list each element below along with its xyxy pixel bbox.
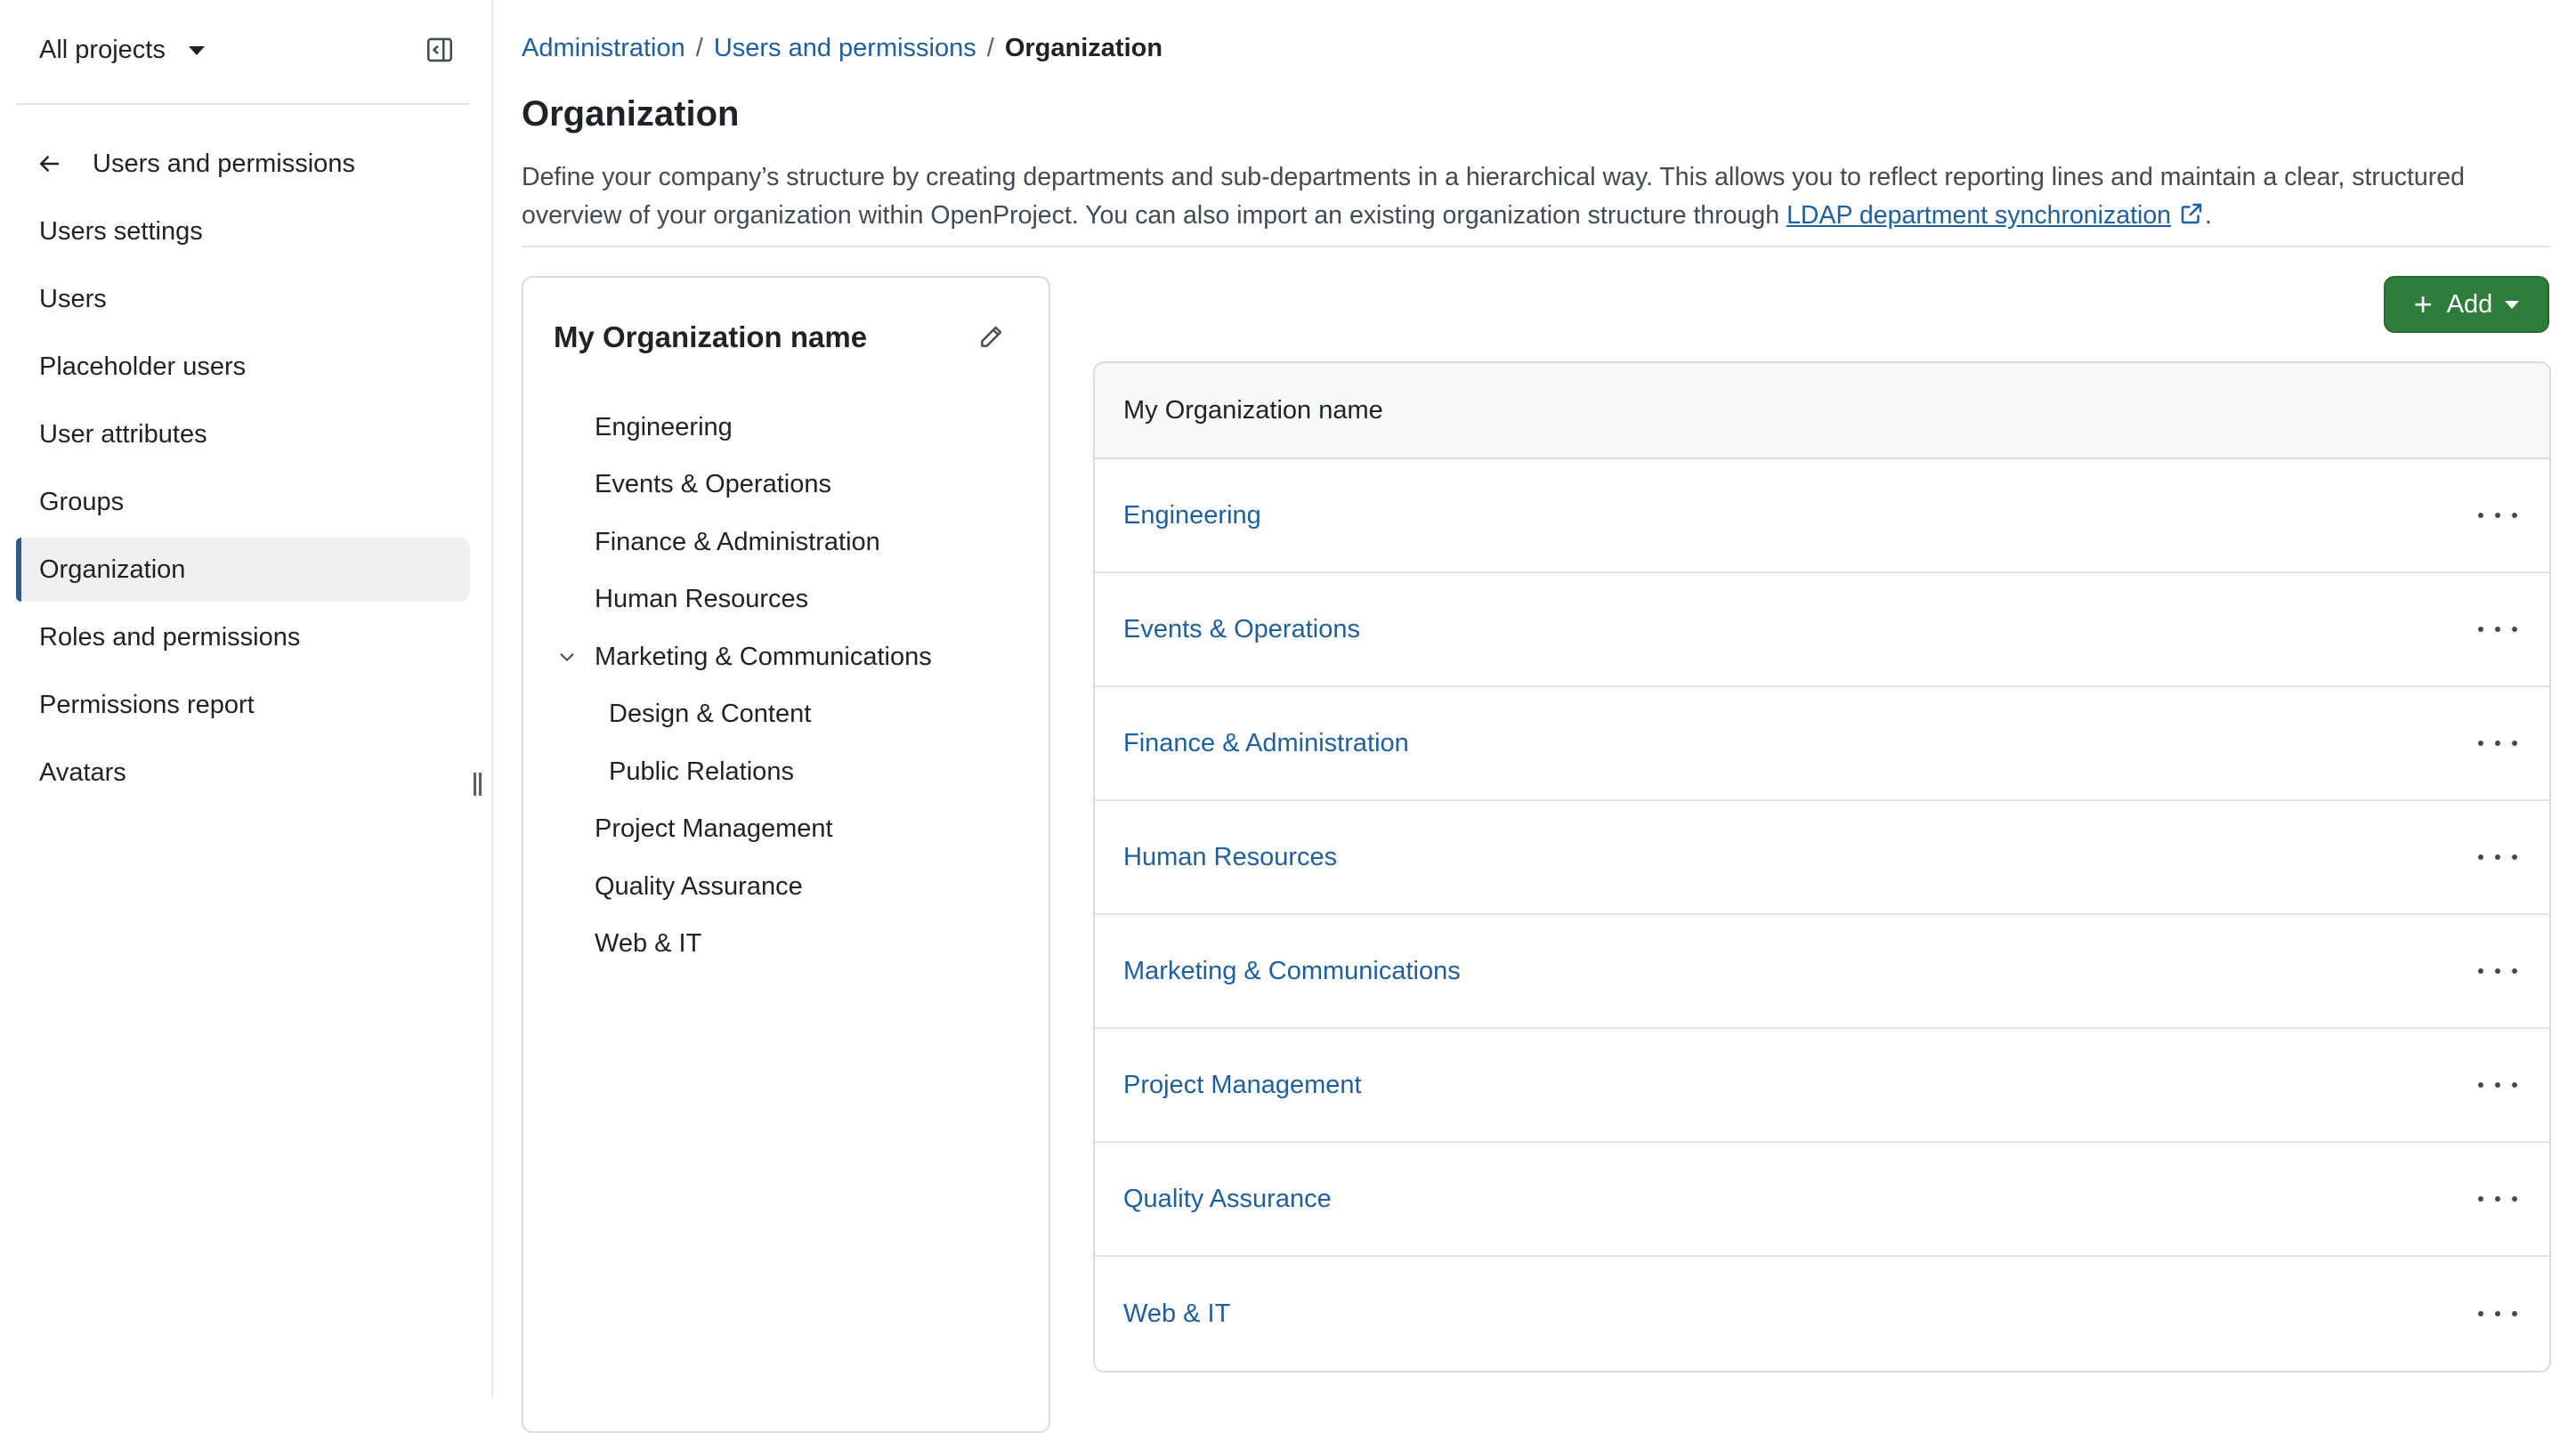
list-header: My Organization name	[1095, 363, 2549, 459]
page-description: Define your company’s structure by creat…	[522, 158, 2569, 239]
pencil-icon	[981, 326, 1002, 347]
caret-down-icon	[188, 46, 205, 55]
tree-item-finance-administration[interactable]: Finance & Administration	[523, 514, 1049, 571]
main-content: Administration / Users and permissions /…	[493, 0, 2576, 1433]
tree-item-events-operations[interactable]: Events & Operations	[523, 457, 1049, 514]
tree-item-label: Human Resources	[595, 585, 809, 614]
list-item: Project Management	[1095, 1029, 2549, 1143]
breadcrumb-users-and-permissions[interactable]: Users and permissions	[714, 34, 976, 63]
project-switcher-label: All projects	[39, 35, 166, 64]
tree-item-label: Project Management	[595, 814, 833, 844]
department-link[interactable]: Finance & Administration	[1123, 729, 1409, 758]
list-item: Finance & Administration	[1095, 687, 2549, 801]
department-link[interactable]: Engineering	[1123, 501, 1261, 530]
description-text: Define your company’s structure by creat…	[522, 163, 2465, 230]
tree-item-label: Marketing & Communications	[595, 642, 932, 671]
list-item: Web & IT	[1095, 1257, 2549, 1371]
more-actions-icon[interactable]	[2478, 958, 2517, 984]
sidebar-resize-handle[interactable]	[474, 773, 484, 799]
tree-item-label: Engineering	[595, 412, 733, 441]
sidebar-item-user-attributes[interactable]: User attributes	[16, 402, 470, 466]
tree-item-engineering[interactable]: Engineering	[523, 399, 1049, 457]
tree-item-web-it[interactable]: Web & IT	[523, 916, 1049, 974]
department-link[interactable]: Web & IT	[1123, 1299, 1230, 1329]
sidebar-item-placeholder-users[interactable]: Placeholder users	[16, 335, 470, 399]
collapse-sidebar-button[interactable]	[424, 34, 456, 66]
departments-list: My Organization name Engineering Events …	[1093, 361, 2551, 1372]
breadcrumb-current: Organization	[1004, 34, 1163, 62]
chevron-down-icon[interactable]	[555, 645, 579, 668]
ldap-sync-link[interactable]: LDAP department synchronization	[1786, 201, 2171, 230]
sidebar-collapse-icon	[426, 37, 453, 62]
plus-icon: +	[2413, 286, 2433, 322]
add-button[interactable]: + Add	[2384, 276, 2549, 333]
more-actions-icon[interactable]	[2478, 1186, 2517, 1212]
tree-item-human-resources[interactable]: Human Resources	[523, 571, 1049, 629]
sidebar-item-groups[interactable]: Groups	[16, 470, 470, 534]
more-actions-icon[interactable]	[2478, 844, 2517, 870]
more-actions-icon[interactable]	[2478, 730, 2517, 757]
tree-item-label: Finance & Administration	[595, 527, 880, 556]
sidebar-item-permissions-report[interactable]: Permissions report	[16, 673, 470, 737]
sidebar-menu: Users settings Users Placeholder users U…	[16, 199, 470, 808]
sidebar-item-roles-and-permissions[interactable]: Roles and permissions	[16, 605, 470, 669]
more-actions-icon[interactable]	[2478, 1300, 2517, 1327]
organization-tree: Engineering Events & Operations Finance …	[523, 399, 1049, 973]
organization-name: My Organization name	[554, 320, 868, 353]
back-to-users-and-permissions[interactable]: Users and permissions	[36, 146, 355, 182]
department-link[interactable]: Project Management	[1123, 1071, 1362, 1100]
add-button-label: Add	[2446, 289, 2493, 319]
department-link[interactable]: Quality Assurance	[1123, 1185, 1332, 1214]
breadcrumb-separator: /	[695, 34, 703, 62]
more-actions-icon[interactable]	[2478, 616, 2517, 643]
header-divider	[522, 246, 2551, 247]
breadcrumb: Administration / Users and permissions /…	[522, 34, 1162, 63]
sidebar-item-organization[interactable]: Organization	[16, 538, 470, 602]
back-label: Users and permissions	[93, 149, 355, 178]
edit-organization-name-button[interactable]	[974, 319, 1009, 354]
list-item: Engineering	[1095, 459, 2549, 573]
list-item: Quality Assurance	[1095, 1143, 2549, 1257]
organization-tree-panel: My Organization name Engineering Events …	[522, 276, 1050, 1433]
tree-item-label: Events & Operations	[595, 470, 831, 499]
tree-item-quality-assurance[interactable]: Quality Assurance	[523, 858, 1049, 916]
arrow-left-icon	[40, 156, 60, 172]
department-link[interactable]: Human Resources	[1123, 843, 1337, 872]
sidebar-item-users-settings[interactable]: Users settings	[16, 199, 470, 263]
more-actions-icon[interactable]	[2478, 1072, 2517, 1098]
page-title: Organization	[522, 94, 740, 134]
tree-item-marketing-communications[interactable]: Marketing & Communications	[523, 628, 1049, 686]
sidebar-item-avatars[interactable]: Avatars	[16, 741, 470, 805]
more-actions-icon[interactable]	[2478, 502, 2517, 529]
description-period: .	[2205, 201, 2212, 230]
caret-down-icon	[2505, 300, 2520, 309]
tree-item-design-content[interactable]: Design & Content	[523, 686, 1049, 744]
sidebar-item-users[interactable]: Users	[16, 267, 470, 331]
tree-item-label: Quality Assurance	[595, 871, 803, 901]
list-item: Marketing & Communications	[1095, 915, 2549, 1029]
tree-item-label: Design & Content	[609, 700, 812, 729]
sidebar: All projects Users and permissions Users…	[0, 0, 493, 1397]
sidebar-divider	[16, 103, 470, 105]
tree-item-public-relations[interactable]: Public Relations	[523, 743, 1049, 801]
department-link[interactable]: Marketing & Communications	[1123, 957, 1461, 986]
breadcrumb-separator: /	[986, 34, 994, 62]
external-link-icon	[2178, 200, 2205, 239]
breadcrumb-administration[interactable]: Administration	[522, 34, 685, 63]
tree-item-label: Web & IT	[595, 929, 702, 959]
department-link[interactable]: Events & Operations	[1123, 615, 1360, 644]
list-item: Events & Operations	[1095, 573, 2549, 687]
project-switcher[interactable]: All projects	[39, 32, 205, 68]
tree-item-label: Public Relations	[609, 757, 794, 786]
list-item: Human Resources	[1095, 801, 2549, 915]
tree-item-project-management[interactable]: Project Management	[523, 801, 1049, 859]
